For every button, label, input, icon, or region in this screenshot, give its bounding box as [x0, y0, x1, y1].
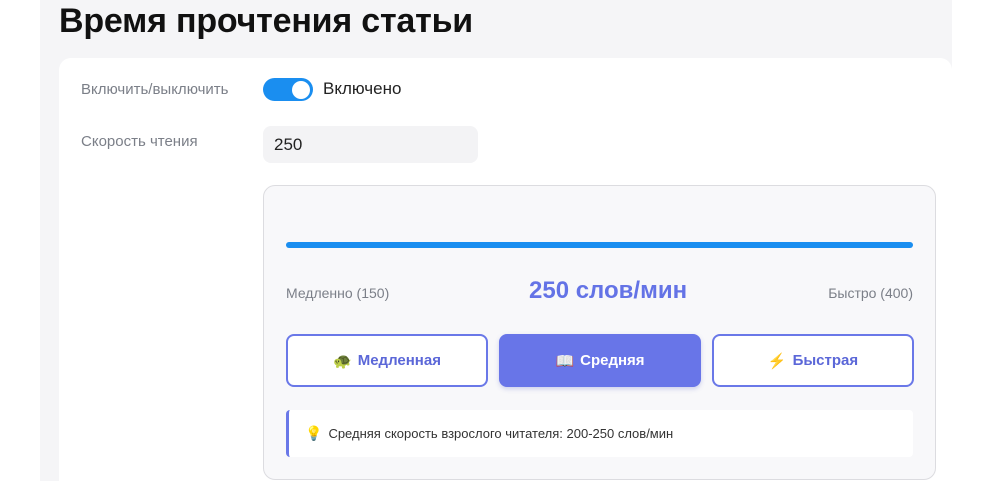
- hint-box: 💡 Средняя скорость взрослого читателя: 2…: [286, 410, 913, 457]
- speed-label: Скорость чтения: [81, 133, 198, 150]
- speed-input[interactable]: [263, 126, 478, 163]
- toggle-knob: [292, 80, 310, 99]
- page-title: Время прочтения статьи: [59, 2, 473, 40]
- speed-slider[interactable]: [286, 242, 913, 248]
- preset-fast-label: Быстрая: [792, 352, 859, 369]
- slider-fill: [286, 242, 913, 248]
- turtle-icon: 🐢: [333, 352, 352, 370]
- preset-slow-label: Медленная: [357, 352, 441, 369]
- preset-medium-label: Средняя: [580, 352, 645, 369]
- preset-fast-button[interactable]: ⚡ Быстрая: [712, 334, 914, 387]
- lightbulb-icon: 💡: [305, 425, 323, 441]
- preset-slow-button[interactable]: 🐢 Медленная: [286, 334, 488, 387]
- preset-medium-button[interactable]: 📖 Средняя: [499, 334, 701, 387]
- slider-min-label: Медленно (150): [286, 285, 390, 301]
- toggle-label: Включить/выключить: [81, 81, 229, 98]
- speed-value-label: 250 слов/мин: [529, 277, 688, 304]
- toggle-state-text: Включено: [323, 79, 402, 98]
- lightning-icon: ⚡: [767, 352, 787, 370]
- enable-toggle[interactable]: [263, 78, 313, 101]
- slider-max-label: Быстро (400): [828, 285, 913, 301]
- book-icon: 📖: [555, 352, 575, 370]
- hint-text: Средняя скорость взрослого читателя: 200…: [328, 426, 674, 441]
